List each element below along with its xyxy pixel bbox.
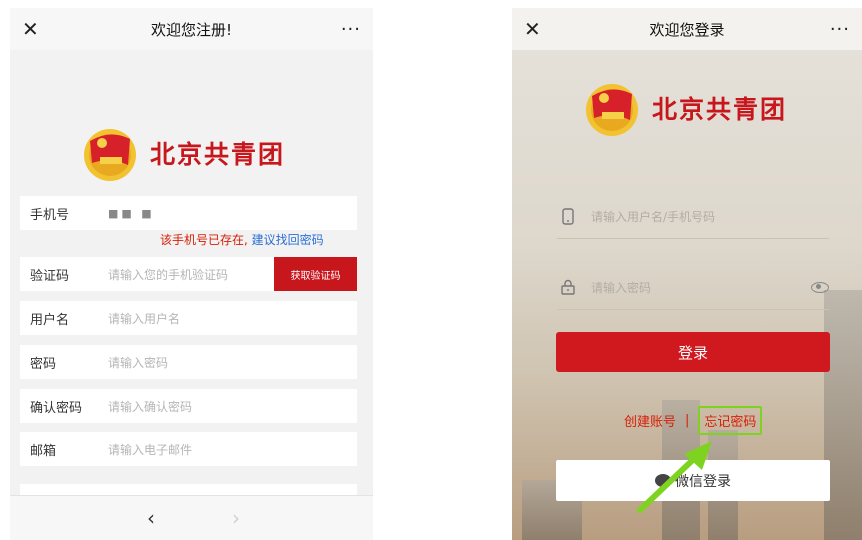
code-field[interactable]: 验证码 请输入您的手机验证码 获取验证码 (20, 257, 357, 291)
code-placeholder: 请输入您的手机验证码 (108, 267, 229, 282)
register-screen: ✕ 欢迎您注册! ··· 北京共青团 手机号 ■■ ■ 该手机号已存在, 建议找… (10, 8, 373, 540)
username-field[interactable]: 用户名 请输入用户名 (20, 301, 357, 335)
phone-value: ■■ ■ (108, 206, 155, 220)
close-icon[interactable]: ✕ (22, 17, 52, 41)
password-label: 密码 (30, 356, 57, 372)
email-field[interactable]: 邮箱 请输入电子邮件 (20, 432, 357, 466)
logo: 北京共青团 (80, 123, 285, 183)
green-arrow-icon (637, 441, 712, 513)
forward-arrow-icon[interactable]: › (232, 506, 240, 530)
confirm-password-field[interactable]: 确认密码 请输入确认密码 (20, 389, 357, 423)
page-title: 欢迎您注册! (150, 20, 232, 39)
phone-label: 手机号 (30, 207, 70, 223)
password-field[interactable]: 密码 请输入密码 (20, 345, 357, 379)
confirm-password-label: 确认密码 (30, 400, 83, 416)
confirm-password-placeholder: 请输入确认密码 (108, 399, 193, 414)
get-code-button[interactable]: 获取验证码 (274, 257, 357, 291)
warning-text: 该手机号已存在, (160, 233, 248, 247)
phone-field[interactable]: 手机号 ■■ ■ (20, 196, 357, 230)
username-label: 用户名 (30, 312, 70, 328)
more-icon[interactable]: ··· (331, 19, 361, 40)
phone-exists-warning: 该手机号已存在, 建议找回密码 (160, 231, 324, 248)
password-placeholder: 请输入密码 (108, 355, 169, 370)
youth-league-emblem-icon (84, 129, 136, 181)
code-label: 验证码 (30, 268, 70, 284)
login-screen: ✕ 欢迎您登录 ··· 北京共青团 请输入用户名/手机号码 请输入密码 登录 创… (512, 8, 862, 540)
back-arrow-icon[interactable]: ‹ (147, 506, 155, 530)
recover-password-link[interactable]: 建议找回密码 (252, 233, 324, 247)
email-placeholder: 请输入电子邮件 (108, 442, 193, 457)
username-placeholder: 请输入用户名 (108, 311, 181, 326)
register-title-bar: ✕ 欢迎您注册! ··· (10, 8, 373, 50)
browser-nav-bar: ‹ › (10, 495, 373, 540)
logo-text: 北京共青团 (150, 140, 286, 169)
email-label: 邮箱 (30, 443, 57, 459)
